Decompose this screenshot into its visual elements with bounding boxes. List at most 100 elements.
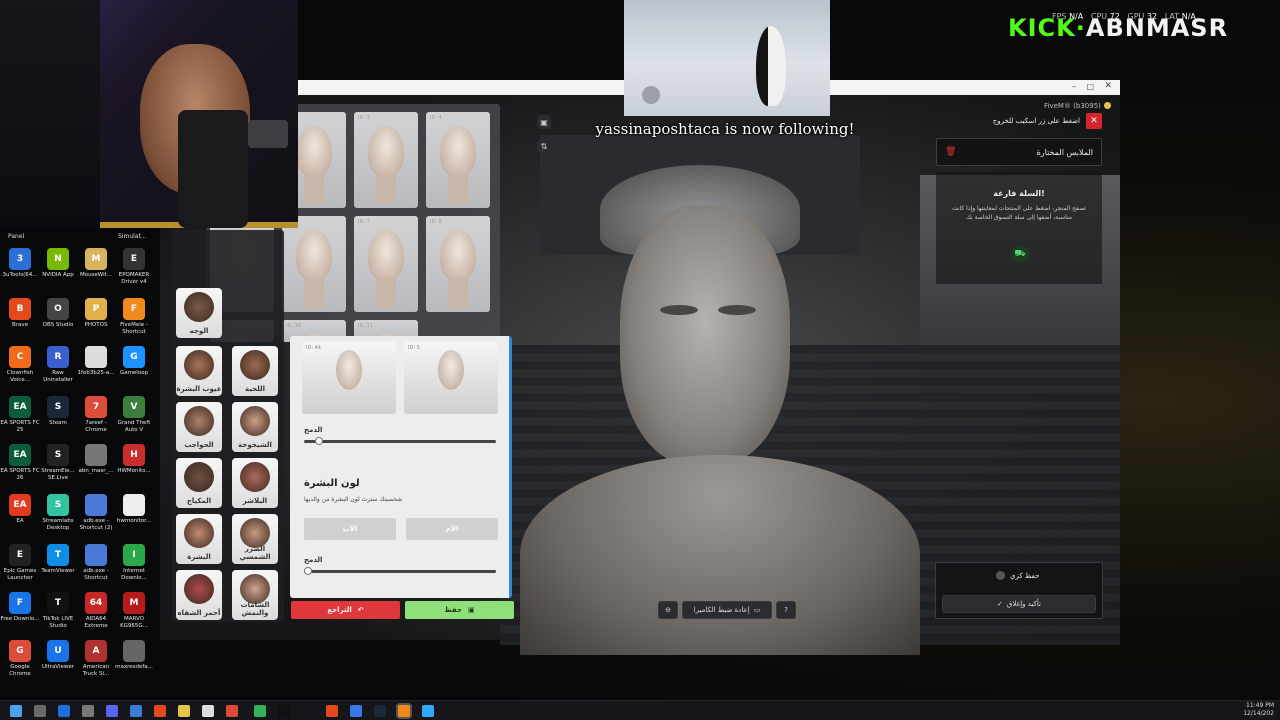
- brave-taskbar-icon[interactable]: [326, 705, 338, 717]
- help-button[interactable]: ?: [776, 601, 796, 619]
- category-item[interactable]: الشامات والنمش: [232, 570, 278, 620]
- brave-icon[interactable]: [154, 705, 166, 717]
- desktop-icon[interactable]: A American Truck Si...: [76, 640, 116, 678]
- desktop-icon[interactable]: 3 3uTools(64...: [0, 248, 40, 279]
- desktop-icon[interactable]: hwmonitor...: [114, 494, 154, 525]
- category-item[interactable]: عيوب البشرة: [176, 346, 222, 396]
- desktop-icon[interactable]: I Internet Downlo...: [114, 544, 154, 582]
- basket-icon[interactable]: ⛟: [1011, 245, 1029, 263]
- obs-icon[interactable]: [82, 705, 94, 717]
- desktop-icon[interactable]: R Raw Uninstaller: [38, 346, 78, 384]
- desktop-icon[interactable]: F Free Downlo...: [0, 592, 40, 623]
- desktop-icon[interactable]: U UltraViewer: [38, 640, 78, 671]
- desktop-icon[interactable]: EA EA SPORTS FC 26: [0, 444, 40, 482]
- save-icon[interactable]: ▣: [537, 115, 551, 129]
- desktop-icon[interactable]: T TikTok LIVE Studio: [38, 592, 78, 630]
- app-icon[interactable]: [254, 705, 266, 717]
- search-icon[interactable]: [34, 705, 46, 717]
- exit-hint: اضغط على زر اسكيب للخروج ✕: [936, 112, 1102, 130]
- face-option[interactable]: ID: 3: [354, 112, 418, 208]
- desktop-icon[interactable]: S StreamEle... SE.Live: [38, 444, 78, 482]
- desktop-icon[interactable]: 7 7areef - Chrome: [76, 396, 116, 434]
- desktop-icon[interactable]: B Brave: [0, 298, 40, 329]
- desktop-icon[interactable]: F FiveMeie - Shortcut: [114, 298, 154, 336]
- premiere-icon[interactable]: [58, 705, 70, 717]
- confirm-close-button[interactable]: ✓ تأكيد وإغلاق: [942, 595, 1096, 613]
- desktop-icon[interactable]: O OBS Studio: [38, 298, 78, 329]
- desktop-icon[interactable]: S Steam: [38, 396, 78, 427]
- save-outfit-toggle[interactable]: حفظ كزي: [996, 571, 1039, 580]
- fivem-icon[interactable]: [398, 705, 410, 717]
- clock[interactable]: 11:49 PM 12/14/202: [1243, 702, 1274, 718]
- app-icon: F: [123, 298, 145, 320]
- desktop-icon[interactable]: N NVIDIA App: [38, 248, 78, 279]
- desktop-icon[interactable]: T TeamViewer: [38, 544, 78, 575]
- reset-camera-button[interactable]: إعادة ضبط الكاميرا ▭: [682, 601, 772, 619]
- minimize-icon[interactable]: –: [1072, 82, 1076, 91]
- face-option[interactable]: ID: 6: [282, 216, 346, 312]
- desktop-icon[interactable]: H HWMonito...: [114, 444, 154, 475]
- sliders-icon[interactable]: ⇅: [537, 139, 551, 153]
- face-option-5[interactable]: ID: 5: [404, 342, 498, 414]
- chrome-icon[interactable]: [226, 705, 238, 717]
- exit-close-icon[interactable]: ✕: [1086, 113, 1102, 129]
- start-icon[interactable]: [10, 705, 22, 717]
- face-option-44[interactable]: ID: 44: [302, 342, 396, 414]
- desktop-icon[interactable]: maxresdefa...: [114, 640, 154, 671]
- desktop-icon[interactable]: EA EA: [0, 494, 40, 525]
- blend-slider-1-knob[interactable]: [315, 437, 324, 445]
- face-option[interactable]: ID: 7: [354, 216, 418, 312]
- blend-slider-1[interactable]: [304, 440, 496, 443]
- tiktok-icon[interactable]: [278, 705, 290, 717]
- mother-button[interactable]: الأم: [406, 518, 498, 540]
- category-item[interactable]: المكياج: [176, 458, 222, 508]
- face-id-label: ID: 10: [286, 323, 301, 329]
- desktop-icon[interactable]: abn_masr_...: [76, 444, 116, 475]
- undo-button[interactable]: التراجع ↶: [291, 601, 400, 619]
- father-button[interactable]: الأب: [304, 518, 396, 540]
- discord-icon[interactable]: [106, 705, 118, 717]
- desktop-icon[interactable]: E Epic Games Launcher: [0, 544, 40, 582]
- desktop-icon[interactable]: P PHOTOS: [76, 298, 116, 329]
- category-item[interactable]: البلاشر: [232, 458, 278, 508]
- desktop-icon[interactable]: S Streamlabs Desktop: [38, 494, 78, 532]
- edge-icon[interactable]: [130, 705, 142, 717]
- face-option[interactable]: ID: 4: [426, 112, 490, 208]
- vscode-icon[interactable]: [350, 705, 362, 717]
- desktop-icon[interactable]: M MouseWit...: [76, 248, 116, 279]
- desktop-icon[interactable]: M MARVO KG965G...: [114, 592, 154, 630]
- blend-slider-2[interactable]: [304, 570, 496, 573]
- notepad-icon[interactable]: [202, 705, 214, 717]
- desktop-icon-label: Steam: [49, 420, 67, 426]
- desktop-icon[interactable]: G Gameloop: [114, 346, 154, 377]
- photoshop-icon[interactable]: [422, 705, 434, 717]
- desktop-icon[interactable]: 1feb3b25-a...: [76, 346, 116, 377]
- desktop-icon[interactable]: adb.exe - Shortcut (2): [76, 494, 116, 532]
- checkbox-icon[interactable]: [996, 571, 1005, 580]
- category-item[interactable]: البشرة: [176, 514, 222, 564]
- category-item[interactable]: الحواجب: [176, 402, 222, 452]
- zoom-out-button[interactable]: ⊖: [658, 601, 678, 619]
- category-item[interactable]: الشيخوخة: [232, 402, 278, 452]
- desktop-icon[interactable]: C Clownfish Voice...: [0, 346, 40, 384]
- steam-icon[interactable]: [374, 705, 386, 717]
- category-item[interactable]: الضرر الشمسي: [232, 514, 278, 564]
- desktop-icon[interactable]: EA EA SPORTS FC 25: [0, 396, 40, 434]
- desktop-icon[interactable]: E EPOMAKER Driver v4: [114, 248, 154, 286]
- save-button[interactable]: حفظ ▣: [405, 601, 514, 619]
- close-icon[interactable]: ✕: [1104, 81, 1112, 91]
- files-icon[interactable]: [178, 705, 190, 717]
- blend-slider-2-knob[interactable]: [303, 567, 312, 575]
- face-option[interactable]: ID: 8: [426, 216, 490, 312]
- category-item[interactable]: اللحية: [232, 346, 278, 396]
- desktop-icon[interactable]: V Grand Theft Auto V: [114, 396, 154, 434]
- desktop-icon[interactable]: G Google Chrome: [0, 640, 40, 678]
- selected-clothes-tab[interactable]: 🗑 الملابس المختارة: [936, 138, 1102, 166]
- category-item[interactable]: الوجه: [176, 288, 222, 338]
- penguin-chick: [642, 86, 660, 104]
- category-item[interactable]: أحمر الشفاه: [176, 570, 222, 620]
- trash-icon[interactable]: 🗑: [945, 147, 956, 157]
- maximize-icon[interactable]: □: [1086, 82, 1094, 91]
- desktop-icon[interactable]: adb.exe - Shortcut: [76, 544, 116, 582]
- desktop-icon[interactable]: 64 AIDA64 Extreme: [76, 592, 116, 630]
